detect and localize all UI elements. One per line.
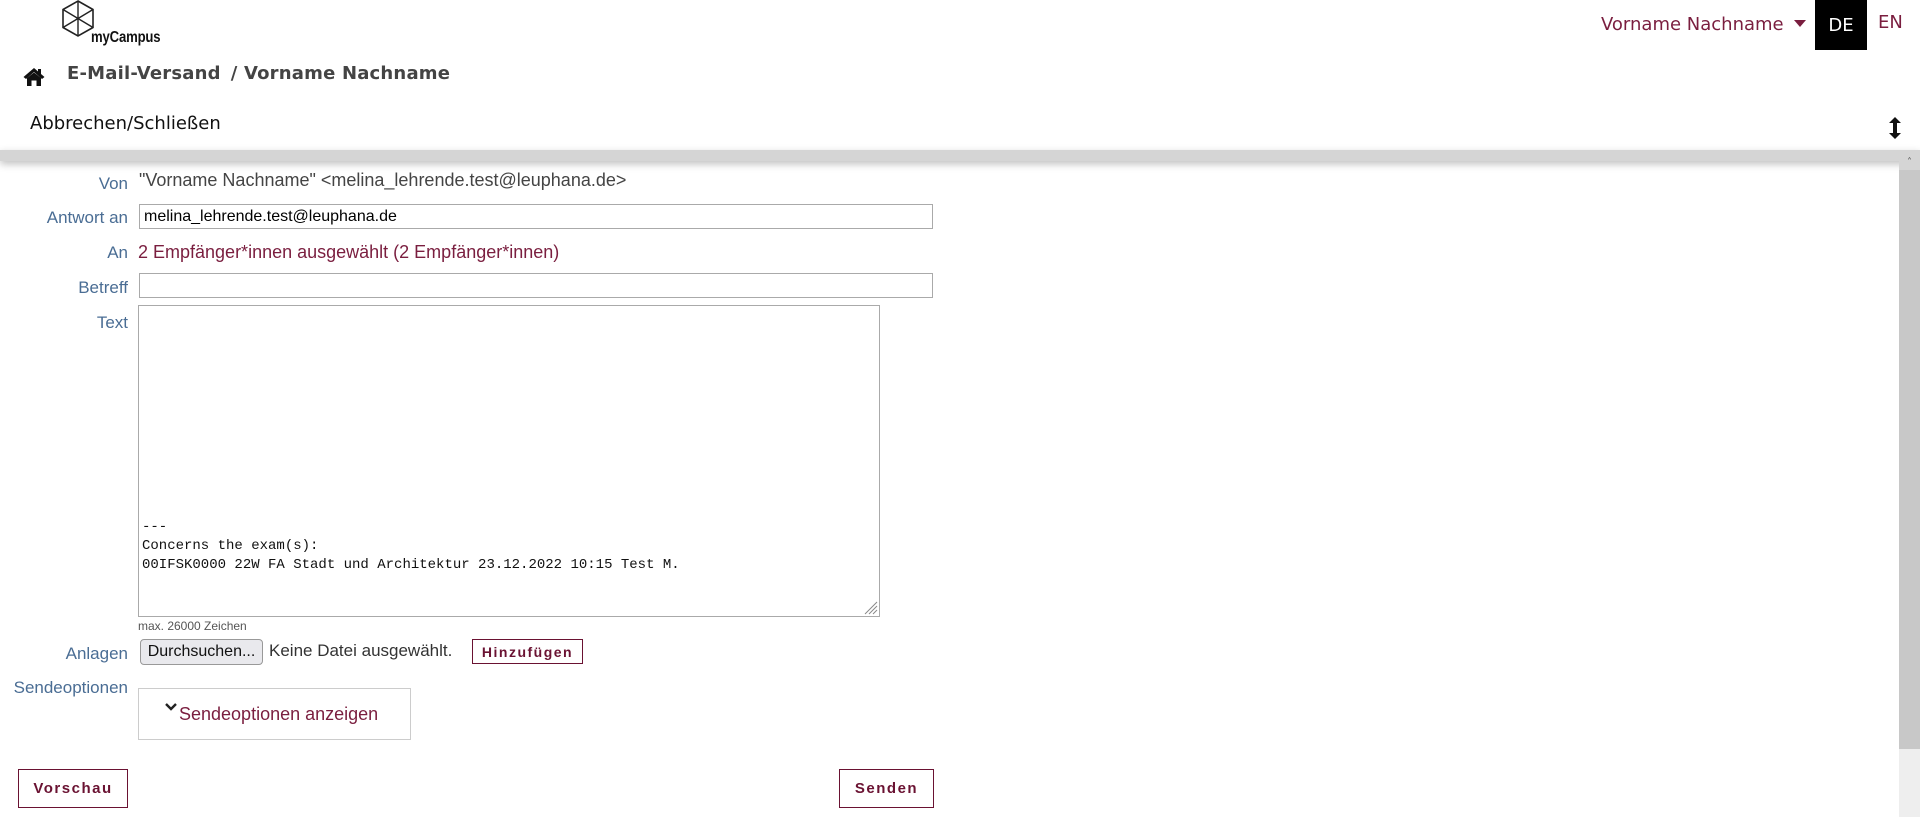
- subject-input[interactable]: [139, 273, 933, 298]
- user-menu[interactable]: Vorname Nachname: [1601, 14, 1806, 35]
- cancel-close-button[interactable]: Abbrechen/Schließen: [30, 113, 221, 134]
- browse-file-button[interactable]: Durchsuchen...: [140, 639, 263, 665]
- chevron-down-icon: [165, 703, 177, 711]
- resize-grip-icon[interactable]: [862, 599, 878, 615]
- breadcrumb-item-recipient: / Vorname Nachname: [230, 63, 451, 84]
- recipients-link[interactable]: 2 Empfänger*innen ausgewählt (2 Empfänge…: [138, 242, 559, 263]
- to-label: An: [107, 243, 128, 262]
- send-button[interactable]: Senden: [839, 769, 934, 808]
- breadcrumb-item-email[interactable]: E-Mail-Versand: [67, 63, 221, 84]
- from-label: Von: [98, 174, 128, 193]
- language-de[interactable]: DE: [1815, 0, 1867, 50]
- max-characters-hint: max. 26000 Zeichen: [138, 619, 247, 633]
- attachments-label: Anlagen: [65, 644, 128, 663]
- header-divider: [0, 150, 1920, 161]
- home-icon[interactable]: [23, 67, 45, 87]
- add-attachment-button[interactable]: Hinzufügen: [472, 639, 583, 664]
- reply-to-input[interactable]: [139, 204, 933, 229]
- language-en[interactable]: EN: [1878, 12, 1903, 33]
- preview-button[interactable]: Vorschau: [18, 769, 128, 808]
- text-label: Text: [96, 313, 128, 332]
- caret-down-icon: [1793, 19, 1806, 27]
- show-send-options-toggle[interactable]: Sendeoptionen anzeigen: [138, 688, 411, 740]
- user-menu-label: Vorname Nachname: [1601, 14, 1784, 35]
- scroll-up-arrow-icon[interactable]: ˄: [1899, 158, 1920, 170]
- breadcrumb: E-Mail-Versand / Vorname Nachname: [67, 63, 450, 84]
- logo-text: myCampus: [91, 29, 161, 46]
- message-textarea[interactable]: --- Concerns the exam(s): 00IFSK0000 22W…: [138, 305, 880, 617]
- from-value: "Vorname Nachname" <melina_lehrende.test…: [139, 170, 627, 190]
- reply-to-label: Antwort an: [46, 208, 128, 227]
- scrollbar-thumb[interactable]: [1899, 170, 1920, 749]
- show-send-options-label: Sendeoptionen anzeigen: [179, 703, 379, 724]
- vertical-resize-icon[interactable]: [1888, 117, 1902, 139]
- no-file-selected-text: Keine Datei ausgewählt.: [269, 641, 453, 660]
- send-options-label: Sendeoptionen: [13, 678, 128, 697]
- subject-label: Betreff: [78, 278, 128, 297]
